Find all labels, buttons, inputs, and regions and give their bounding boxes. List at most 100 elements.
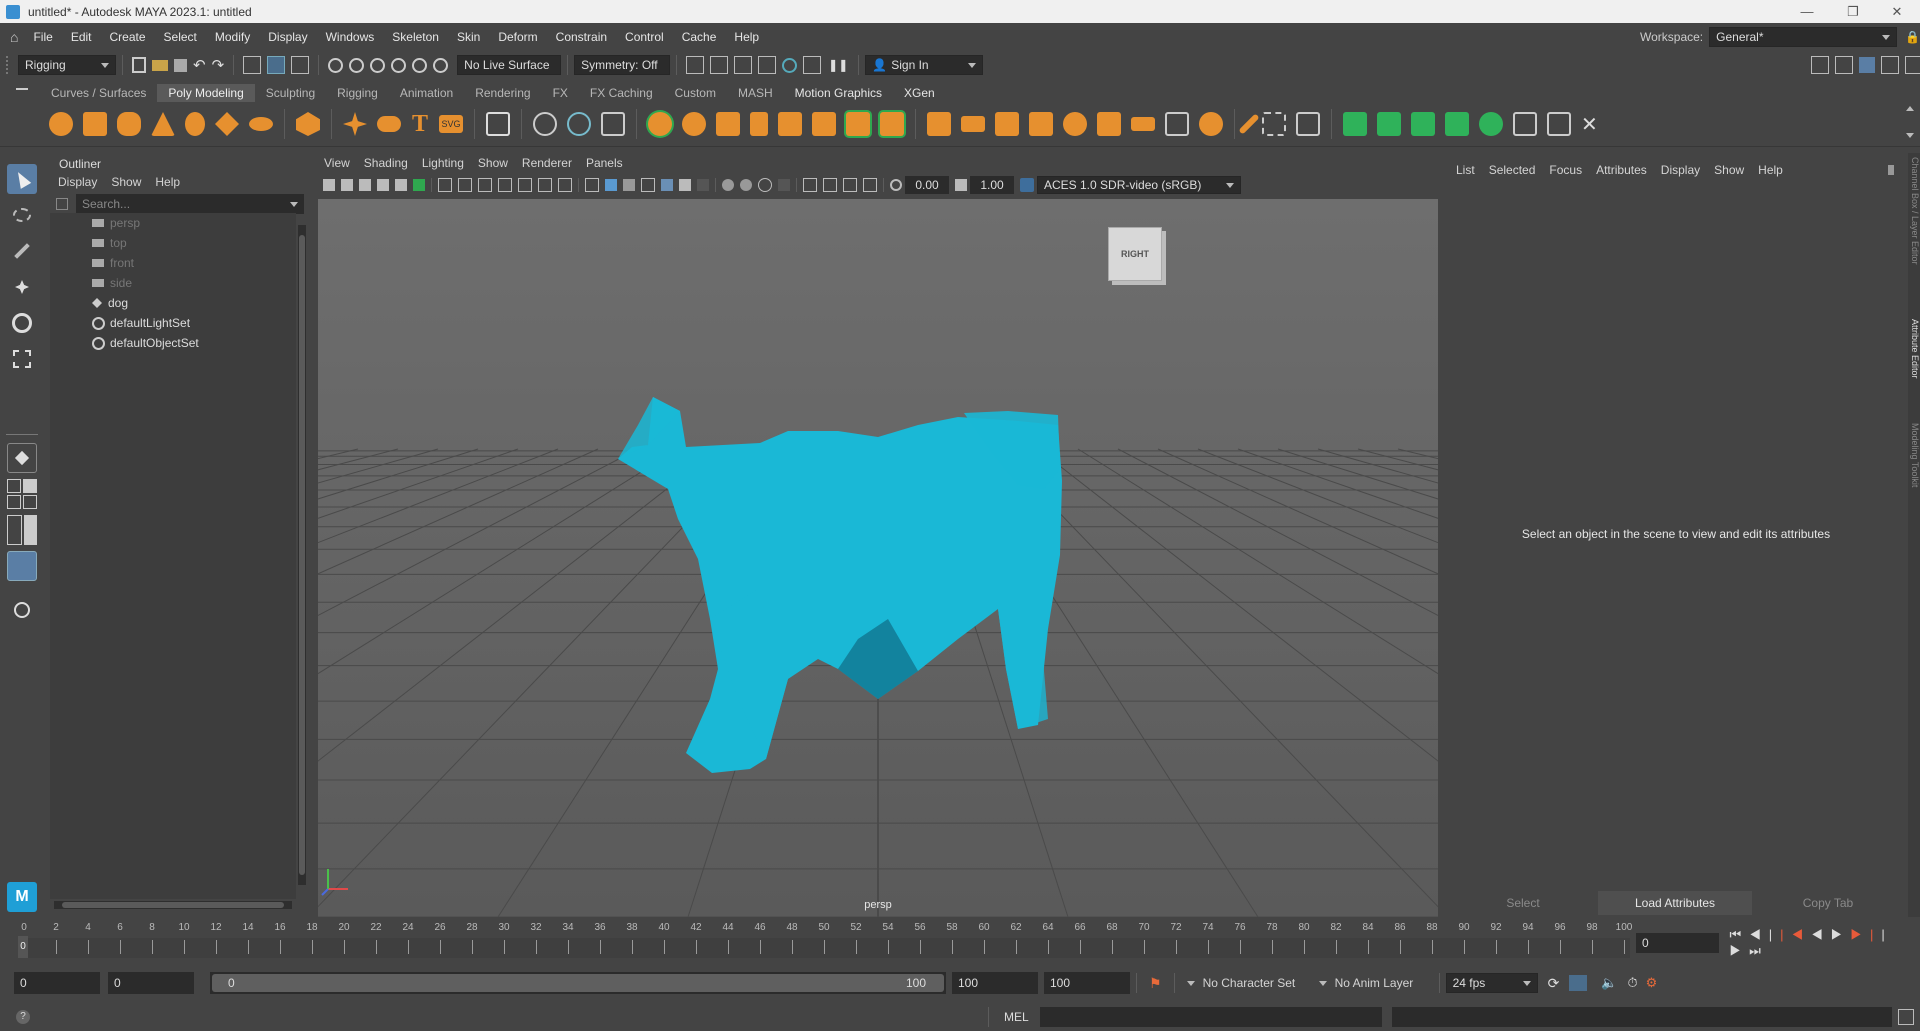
slide-edge-icon[interactable] [1479, 112, 1504, 136]
remesh-icon[interactable] [846, 112, 871, 136]
search-button[interactable] [7, 595, 37, 625]
super-shape-icon[interactable] [343, 112, 367, 136]
menu-file[interactable]: File [24, 30, 61, 44]
gate-mask-icon[interactable] [498, 178, 512, 192]
anim-prefs-icon[interactable]: ⏱ [1627, 975, 1637, 991]
render-current-frame-icon[interactable] [710, 56, 729, 74]
insert-edge-loop-icon[interactable] [1262, 112, 1287, 136]
offset-edge-loop-icon[interactable] [1296, 112, 1321, 136]
pin-icon[interactable] [1888, 165, 1894, 175]
time-slider[interactable]: 0 2 4 6 8 10 12 14 16 18 20 22 24 26 28 30 32 34 36 38 40 42 4… [18, 922, 1632, 960]
side-tab-modeling-toolkit[interactable]: Modeling Toolkit [1908, 423, 1920, 507]
poly-sphere-icon[interactable] [49, 112, 73, 136]
bookmarks-icon[interactable] [359, 179, 371, 191]
menu-help[interactable]: Help [725, 30, 768, 44]
smooth-mesh-icon[interactable] [778, 112, 803, 136]
view-cube[interactable]: RIGHT [1108, 227, 1162, 281]
snap-to-curve-icon[interactable] [349, 57, 365, 73]
outliner-search-input[interactable]: Search... [76, 194, 304, 214]
ipr-render-icon[interactable] [734, 56, 753, 74]
xray-active-components-icon[interactable] [843, 178, 857, 192]
menu-modify[interactable]: Modify [206, 30, 259, 44]
current-frame-field[interactable]: 0 [1636, 933, 1720, 953]
range-slider-handle[interactable] [212, 974, 944, 992]
render-view-icon[interactable] [686, 56, 705, 74]
play-forwards-icon[interactable]: ▶ [1831, 927, 1851, 942]
step-back-frame-icon[interactable]: |◀ [1780, 927, 1811, 942]
range-slider[interactable]: 0 100 [210, 972, 946, 994]
time-slider-track[interactable] [18, 938, 1630, 958]
restore-button[interactable]: ❐ [1830, 0, 1876, 23]
attr-load-attributes-button[interactable]: Load Attributes [1598, 891, 1752, 915]
poly-cylinder-icon[interactable] [117, 112, 141, 136]
exposure-icon[interactable] [890, 179, 902, 191]
select-tool-button[interactable] [7, 164, 37, 194]
open-scene-icon[interactable] [152, 59, 168, 71]
shelf-tab-rigging[interactable]: Rigging [326, 84, 389, 102]
outliner-menu-display[interactable]: Display [58, 175, 97, 189]
grid-icon[interactable] [438, 178, 452, 192]
close-button[interactable]: ✕ [1874, 0, 1920, 23]
svg-tool-icon[interactable]: SVG [439, 115, 464, 133]
anti-aliasing-icon[interactable] [758, 178, 772, 192]
shelf-scroll-arrows[interactable] [1906, 106, 1914, 140]
make-live-icon[interactable] [1343, 112, 1368, 136]
select-by-hierarchy-icon[interactable] [243, 56, 262, 74]
shelf-tab-xgen[interactable]: XGen [893, 84, 946, 102]
grease-pencil-icon[interactable] [395, 179, 407, 191]
color-space-dropdown[interactable]: ACES 1.0 SDR-video (sRGB) [1037, 176, 1241, 194]
viewport-menu-lighting[interactable]: Lighting [422, 156, 464, 170]
playback-settings-icon[interactable]: ⚙ [1646, 975, 1658, 991]
poly-cube-icon[interactable] [83, 112, 107, 136]
menuset-dropdown[interactable]: Rigging [18, 55, 116, 75]
target-weld-icon[interactable] [1445, 112, 1470, 136]
tool-settings-toggle-icon[interactable] [1859, 57, 1875, 73]
persp-outliner-layout-button[interactable] [7, 515, 37, 545]
image-plane-icon[interactable] [377, 179, 389, 191]
gamma-field[interactable]: 1.00 [970, 176, 1014, 194]
outliner-menu-help[interactable]: Help [155, 175, 180, 189]
shelf-tab-fx[interactable]: FX [542, 84, 579, 102]
home-icon[interactable]: ⌂ [10, 29, 18, 45]
collapse-icon[interactable] [1165, 112, 1190, 136]
shelf-menu-icon[interactable] [16, 88, 28, 90]
attr-menu-attributes[interactable]: Attributes [1596, 163, 1647, 177]
viewport-menu-view[interactable]: View [324, 156, 350, 170]
menu-cache[interactable]: Cache [673, 30, 726, 44]
shelf-tab-mash[interactable]: MASH [727, 84, 784, 102]
wedge-icon[interactable] [1097, 112, 1122, 136]
wireframe-icon[interactable] [585, 178, 599, 192]
save-scene-icon[interactable] [174, 58, 187, 72]
ambient-occlusion-icon[interactable] [722, 179, 734, 191]
help-icon[interactable]: ? [16, 1010, 30, 1024]
modeling-toolkit-toggle-icon[interactable] [1811, 56, 1829, 74]
sign-in-dropdown[interactable]: 👤 Sign In [865, 55, 984, 75]
channel-box-toggle-icon[interactable] [1881, 56, 1899, 74]
paint-select-tool-button[interactable] [7, 236, 37, 266]
hypershade-icon[interactable] [782, 57, 798, 73]
bevel-icon[interactable] [995, 112, 1020, 136]
mirror-icon[interactable] [750, 112, 769, 136]
poly-cone-icon[interactable] [151, 112, 175, 136]
shelf-tab-rendering[interactable]: Rendering [464, 84, 541, 102]
move-tool-button[interactable] [7, 272, 37, 302]
shelf-tab-animation[interactable]: Animation [389, 84, 464, 102]
outliner-layout-button[interactable] [7, 551, 37, 581]
2d-pan-zoom-icon[interactable] [413, 179, 425, 191]
fps-dropdown[interactable]: 24 fps [1445, 973, 1538, 993]
textured-icon[interactable] [661, 179, 673, 191]
scale-tool-button[interactable] [7, 344, 37, 374]
snap-together-icon[interactable] [433, 57, 449, 73]
depth-of-field-icon[interactable] [778, 179, 790, 191]
outliner-menu-show[interactable]: Show [111, 175, 141, 189]
single-perspective-view-button[interactable] [7, 443, 37, 473]
four-view-button[interactable] [7, 479, 37, 509]
side-tab-channel-box[interactable]: Channel Box / Layer Editor [1908, 157, 1920, 287]
attr-select-button[interactable]: Select [1448, 896, 1598, 910]
chevron-down-icon[interactable] [1318, 980, 1327, 986]
isolate-select-icon[interactable] [803, 178, 817, 192]
redo-icon[interactable]: ↷ [212, 56, 225, 74]
bridge-icon[interactable] [961, 116, 986, 132]
rotate-tool-button[interactable] [7, 308, 37, 338]
safe-action-icon[interactable] [538, 178, 552, 192]
